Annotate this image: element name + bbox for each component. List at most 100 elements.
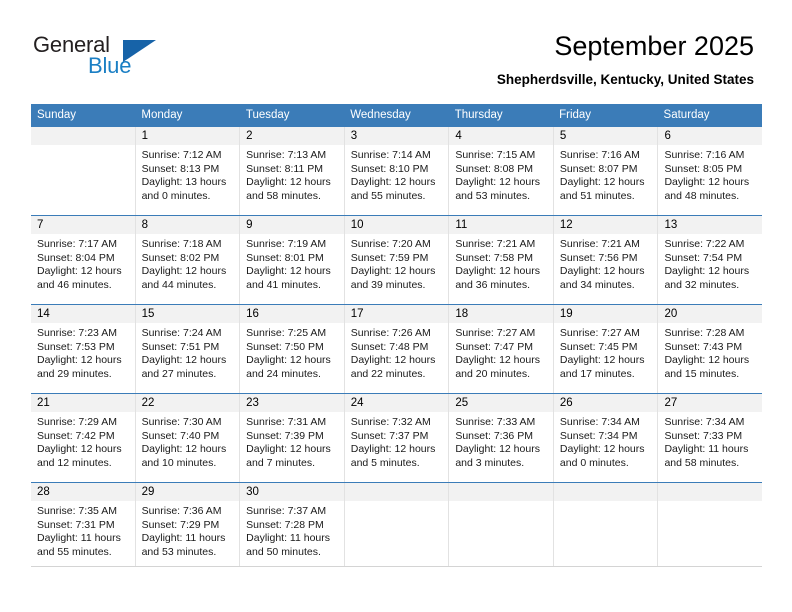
day-cell[interactable]: 12 Sunrise: 7:21 AM Sunset: 7:56 PM Dayligh…: [553, 216, 659, 304]
day-number: 7: [31, 216, 135, 234]
day-cell[interactable]: 19 Sunrise: 7:27 AM Sunset: 7:45 PM Dayligh…: [553, 305, 659, 393]
day-cell[interactable]: 15 Sunrise: 7:24 AM Sunset: 7:51 PM Dayligh…: [135, 305, 241, 393]
daylight-text: Daylight: 11 hours and 55 minutes.: [37, 532, 121, 558]
day-info: Sunrise: 7:29 AM Sunset: 7:42 PM Daylight:…: [31, 412, 135, 482]
day-cell[interactable]: 13 Sunrise: 7:22 AM Sunset: 7:54 PM Dayligh…: [658, 216, 763, 304]
day-number: 30: [240, 483, 344, 501]
day-cell[interactable]: 7 Sunrise: 7:17 AM Sunset: 8:04 PM Daylight…: [31, 216, 136, 304]
day-cell[interactable]: 16 Sunrise: 7:25 AM Sunset: 7:50 PM Dayligh…: [240, 305, 345, 393]
daylight-text: Daylight: 12 hours and 34 minutes.: [559, 265, 645, 291]
day-cell[interactable]: 28 Sunrise: 7:35 AM Sunset: 7:31 PM Dayligh…: [31, 483, 136, 566]
sunrise-text: Sunrise: 7:16 AM: [559, 149, 640, 161]
daylight-text: Daylight: 12 hours and 17 minutes.: [559, 354, 645, 380]
day-cell[interactable]: 25 Sunrise: 7:33 AM Sunset: 7:36 PM Dayligh…: [449, 394, 554, 482]
day-cell[interactable]: 5 Sunrise: 7:16 AM Sunset: 8:07 PM Daylight…: [553, 127, 659, 215]
sunset-text: Sunset: 7:47 PM: [455, 340, 533, 353]
day-number: 15: [135, 305, 240, 323]
sunset-text: Sunset: 7:29 PM: [141, 518, 220, 531]
day-cell[interactable]: 29 Sunrise: 7:36 AM Sunset: 7:29 PM Dayligh…: [135, 483, 241, 566]
daylight-text: Daylight: 12 hours and 3 minutes.: [455, 443, 540, 469]
day-cell[interactable]: 22 Sunrise: 7:30 AM Sunset: 7:40 PM Dayligh…: [135, 394, 241, 482]
day-info: Sunrise: 7:36 AM Sunset: 7:29 PM Daylight:…: [136, 501, 240, 566]
sunrise-text: Sunrise: 7:13 AM: [246, 149, 327, 161]
day-info: Sunrise: 7:26 AM Sunset: 7:48 PM Daylight:…: [345, 323, 449, 393]
day-cell[interactable]: 8 Sunrise: 7:18 AM Sunset: 8:02 PM Daylight…: [135, 216, 241, 304]
day-cell-empty: [31, 127, 136, 215]
weekday-header-tuesday: Tuesday: [245, 109, 290, 121]
daylight-text: Daylight: 11 hours and 58 minutes.: [664, 443, 749, 469]
day-cell[interactable]: 11 Sunrise: 7:21 AM Sunset: 7:58 PM Dayligh…: [449, 216, 554, 304]
day-info: [31, 145, 135, 215]
sunrise-text: Sunrise: 7:12 AM: [141, 149, 222, 161]
day-cell[interactable]: 6 Sunrise: 7:16 AM Sunset: 8:05 PM Daylight…: [658, 127, 763, 215]
day-number: 24: [344, 394, 449, 412]
sunrise-text: Sunrise: 7:28 AM: [664, 327, 745, 339]
sunrise-text: Sunrise: 7:27 AM: [455, 327, 536, 339]
sunset-text: Sunset: 7:36 PM: [455, 429, 533, 442]
weekday-header-row: Sunday Monday Tuesday Wednesday Thursday…: [31, 104, 762, 126]
day-cell[interactable]: 20 Sunrise: 7:28 AM Sunset: 7:43 PM Dayligh…: [658, 305, 763, 393]
day-number: 19: [553, 305, 658, 323]
day-info: Sunrise: 7:27 AM Sunset: 7:47 PM Daylight:…: [449, 323, 553, 393]
calendar-week-row: 1 Sunrise: 7:12 AM Sunset: 8:13 PM Daylight…: [31, 126, 763, 215]
day-cell[interactable]: 30 Sunrise: 7:37 AM Sunset: 7:28 PM Dayligh…: [240, 483, 345, 566]
day-number: 29: [135, 483, 240, 501]
sunset-text: Sunset: 7:43 PM: [664, 340, 743, 353]
sunrise-text: Sunrise: 7:36 AM: [141, 505, 222, 517]
day-cell[interactable]: 10 Sunrise: 7:20 AM Sunset: 7:59 PM Dayligh…: [344, 216, 450, 304]
day-info: Sunrise: 7:18 AM Sunset: 8:02 PM Daylight:…: [136, 234, 240, 304]
day-cell[interactable]: 9 Sunrise: 7:19 AM Sunset: 8:01 PM Daylight…: [240, 216, 345, 304]
calendar-weeks: 1 Sunrise: 7:12 AM Sunset: 8:13 PM Daylight…: [31, 126, 763, 567]
sunset-text: Sunset: 7:54 PM: [664, 251, 743, 264]
sunset-text: Sunset: 7:58 PM: [455, 251, 533, 264]
day-info: Sunrise: 7:31 AM Sunset: 7:39 PM Daylight:…: [240, 412, 344, 482]
day-number: 16: [240, 305, 344, 323]
brand-logo[interactable]: General Blue: [33, 34, 213, 82]
day-cell[interactable]: 27 Sunrise: 7:34 AM Sunset: 7:33 PM Dayligh…: [658, 394, 763, 482]
day-number: 6: [658, 127, 763, 145]
day-cell-empty: [449, 483, 554, 566]
daylight-text: Daylight: 12 hours and 10 minutes.: [141, 443, 227, 469]
sunrise-text: Sunrise: 7:23 AM: [37, 327, 117, 339]
day-cell[interactable]: 2 Sunrise: 7:13 AM Sunset: 8:11 PM Daylight…: [240, 127, 345, 215]
daylight-text: Daylight: 12 hours and 15 minutes.: [664, 354, 750, 380]
day-cell[interactable]: 4 Sunrise: 7:15 AM Sunset: 8:08 PM Daylight…: [449, 127, 554, 215]
sunset-text: Sunset: 8:04 PM: [37, 251, 115, 264]
day-info: Sunrise: 7:33 AM Sunset: 7:36 PM Daylight:…: [449, 412, 553, 482]
day-cell[interactable]: 24 Sunrise: 7:32 AM Sunset: 7:37 PM Dayligh…: [344, 394, 450, 482]
daylight-text: Daylight: 11 hours and 50 minutes.: [246, 532, 331, 558]
day-cell[interactable]: 18 Sunrise: 7:27 AM Sunset: 7:47 PM Dayligh…: [449, 305, 554, 393]
sunrise-text: Sunrise: 7:27 AM: [559, 327, 640, 339]
day-info: Sunrise: 7:28 AM Sunset: 7:43 PM Daylight:…: [658, 323, 762, 393]
day-info: Sunrise: 7:13 AM Sunset: 8:11 PM Daylight:…: [240, 145, 344, 215]
day-info: Sunrise: 7:14 AM Sunset: 8:10 PM Daylight:…: [345, 145, 449, 215]
day-cell-empty: [553, 483, 659, 566]
daylight-text: Daylight: 12 hours and 44 minutes.: [141, 265, 227, 291]
day-number: 9: [240, 216, 344, 234]
sunrise-text: Sunrise: 7:37 AM: [246, 505, 327, 517]
day-number: 4: [449, 127, 553, 145]
sunset-text: Sunset: 7:34 PM: [559, 429, 638, 442]
day-info: Sunrise: 7:24 AM Sunset: 7:51 PM Daylight:…: [136, 323, 240, 393]
day-cell[interactable]: 14 Sunrise: 7:23 AM Sunset: 7:53 PM Dayligh…: [31, 305, 136, 393]
day-number: 5: [553, 127, 658, 145]
day-cell[interactable]: 1 Sunrise: 7:12 AM Sunset: 8:13 PM Daylight…: [135, 127, 241, 215]
daylight-text: Daylight: 12 hours and 7 minutes.: [246, 443, 331, 469]
day-cell[interactable]: 3 Sunrise: 7:14 AM Sunset: 8:10 PM Daylight…: [344, 127, 450, 215]
sunrise-text: Sunrise: 7:24 AM: [141, 327, 222, 339]
day-info: Sunrise: 7:34 AM Sunset: 7:33 PM Daylight:…: [658, 412, 762, 482]
sunrise-text: Sunrise: 7:21 AM: [455, 238, 536, 250]
day-number: 8: [135, 216, 240, 234]
sunset-text: Sunset: 8:13 PM: [141, 162, 220, 175]
day-info: [553, 501, 658, 566]
day-info: Sunrise: 7:21 AM Sunset: 7:56 PM Daylight:…: [554, 234, 658, 304]
calendar-page: General Blue September 2025 Shepherdsvil…: [0, 0, 792, 612]
weekday-header-monday: Monday: [141, 109, 183, 121]
day-cell[interactable]: 17 Sunrise: 7:26 AM Sunset: 7:48 PM Dayligh…: [344, 305, 450, 393]
day-cell[interactable]: 21 Sunrise: 7:29 AM Sunset: 7:42 PM Dayligh…: [31, 394, 136, 482]
day-number: 23: [240, 394, 344, 412]
day-cell[interactable]: 26 Sunrise: 7:34 AM Sunset: 7:34 PM Dayligh…: [553, 394, 659, 482]
calendar-grid: Sunday Monday Tuesday Wednesday Thursday…: [31, 104, 763, 567]
sunset-text: Sunset: 7:51 PM: [141, 340, 220, 353]
day-cell[interactable]: 23 Sunrise: 7:31 AM Sunset: 7:39 PM Dayligh…: [240, 394, 345, 482]
